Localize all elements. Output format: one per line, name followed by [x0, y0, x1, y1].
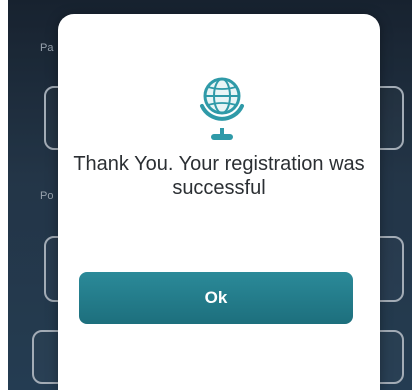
success-message: Thank You. Your registration was success…: [73, 153, 365, 199]
ok-button[interactable]: Ok: [79, 272, 353, 324]
globe-icon: [200, 77, 244, 140]
success-dialog: Thank You. Your registration was success…: [58, 14, 380, 390]
